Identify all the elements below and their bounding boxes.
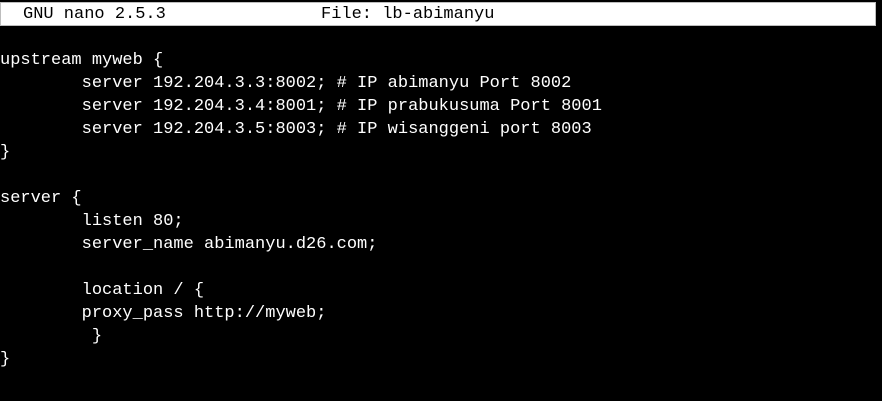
code-line[interactable]: server 192.204.3.3:8002; # IP abimanyu P…: [0, 72, 880, 95]
code-line[interactable]: proxy_pass http://myweb;: [0, 302, 880, 325]
code-line[interactable]: }: [0, 325, 880, 348]
code-line[interactable]: listen 80;: [0, 210, 880, 233]
code-line[interactable]: }: [0, 348, 880, 371]
code-line[interactable]: server 192.204.3.4:8001; # IP prabukusum…: [0, 95, 880, 118]
code-line[interactable]: location / {: [0, 279, 880, 302]
nano-terminal-window: GNU nano 2.5.3 File: lb-abimanyu upstrea…: [0, 0, 882, 401]
code-line[interactable]: server_name abimanyu.d26.com;: [0, 233, 880, 256]
code-line[interactable]: [0, 256, 880, 279]
code-line[interactable]: [0, 164, 880, 187]
app-name: GNU nano 2.5.3: [23, 5, 166, 24]
editor-text-area[interactable]: upstream myweb { server 192.204.3.3:8002…: [0, 49, 880, 371]
code-line[interactable]: server 192.204.3.5:8003; # IP wisanggeni…: [0, 118, 880, 141]
code-line[interactable]: server {: [0, 187, 880, 210]
code-line[interactable]: upstream myweb {: [0, 49, 880, 72]
file-name-label: File: lb-abimanyu: [321, 5, 495, 24]
code-line[interactable]: }: [0, 141, 880, 164]
nano-title-bar: GNU nano 2.5.3 File: lb-abimanyu: [0, 2, 876, 26]
